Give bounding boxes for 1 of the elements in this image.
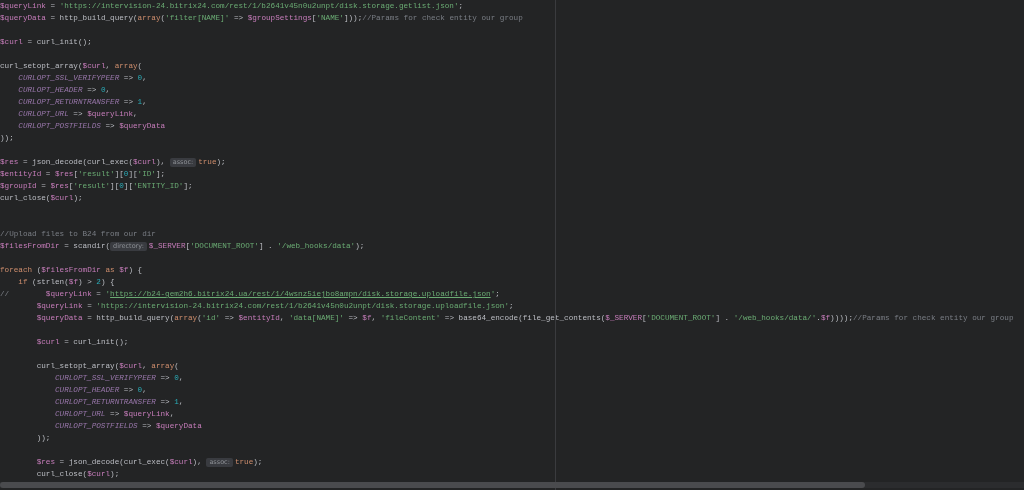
horizontal-scrollbar[interactable] [0,482,1024,488]
